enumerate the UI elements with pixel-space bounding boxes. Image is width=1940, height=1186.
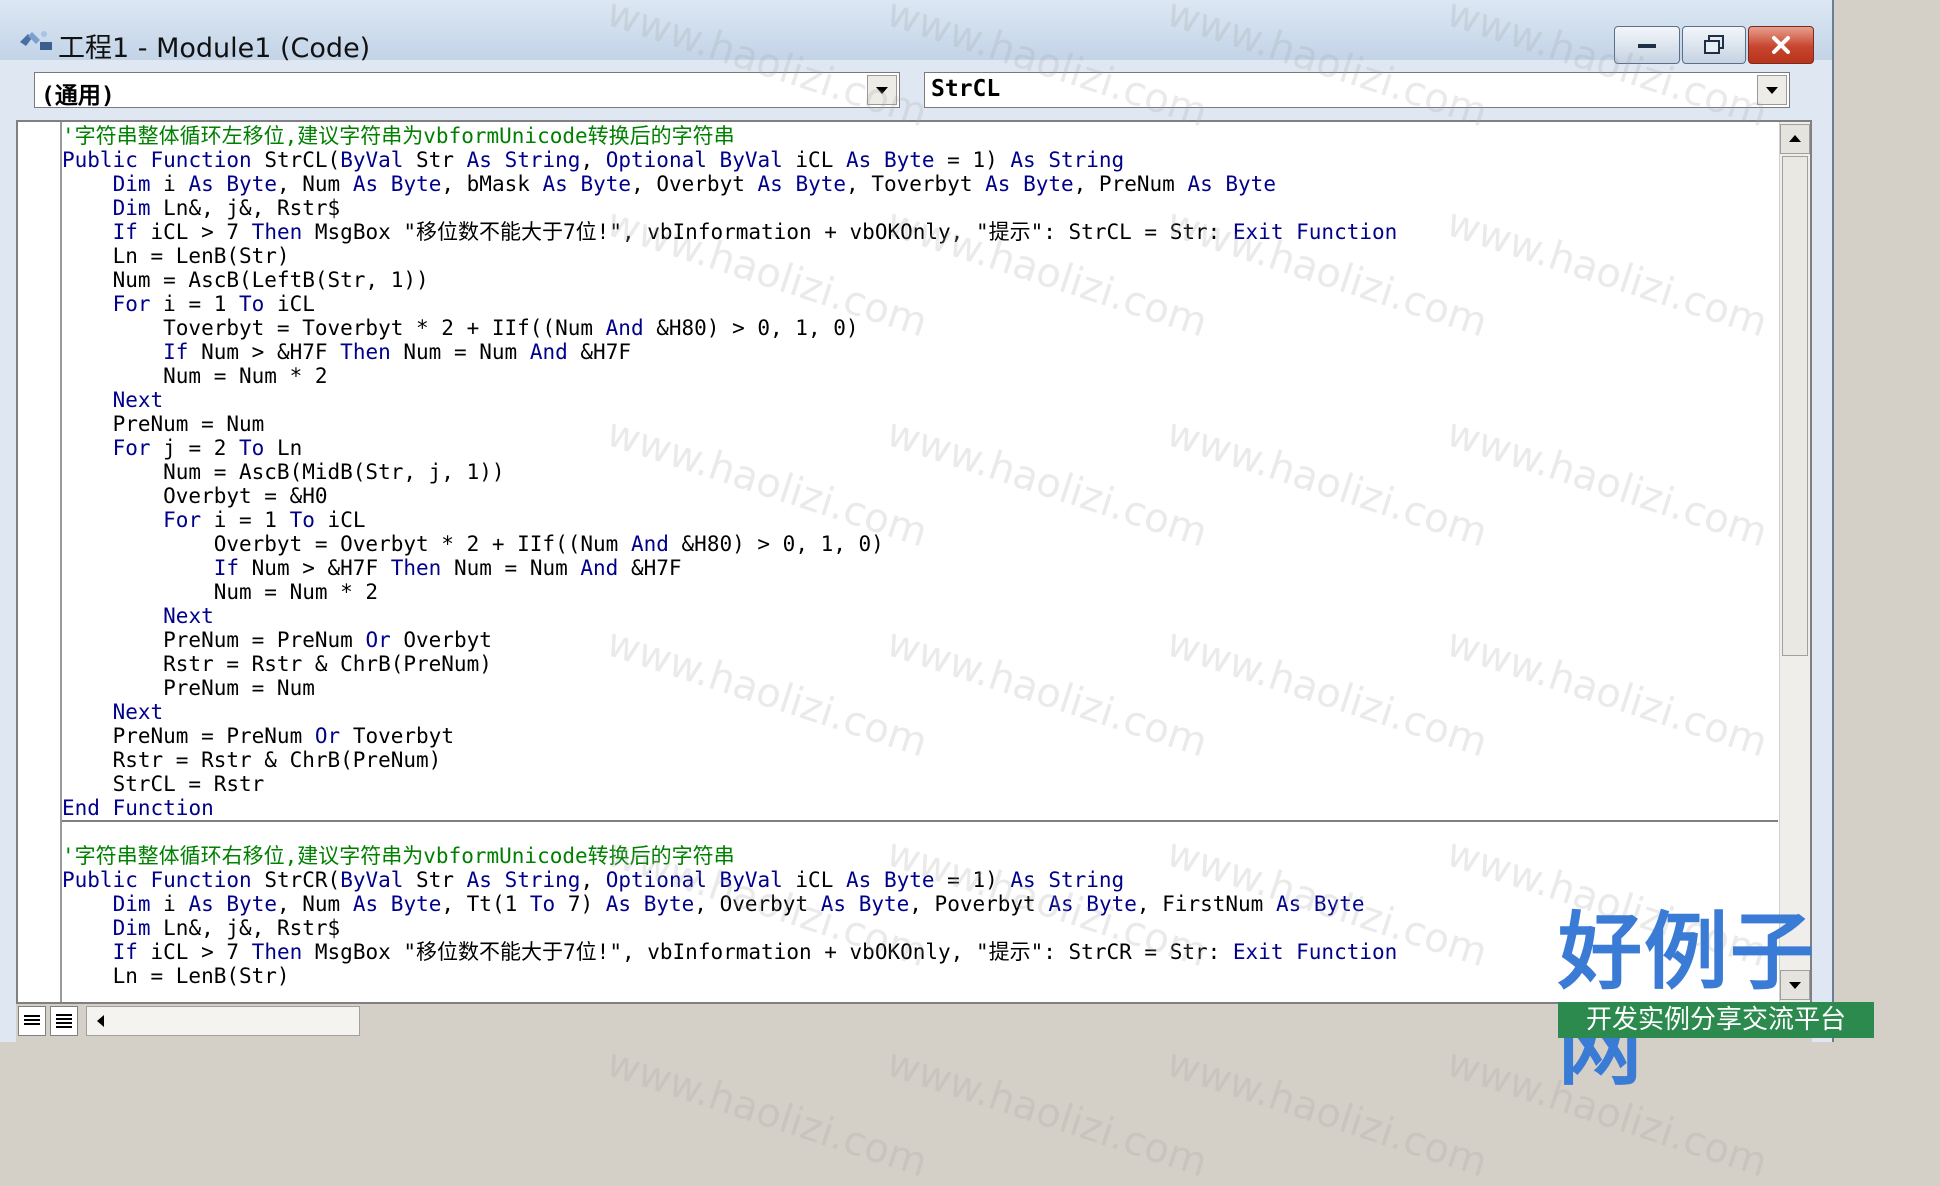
code-line: If Num > &H7F Then Num = Num And &H7F: [163, 340, 631, 364]
close-icon: [1772, 36, 1790, 54]
margin-indicator-bar[interactable]: [18, 122, 62, 1002]
code-line: For j = 2 To Ln: [112, 436, 303, 460]
arrow-up-icon: [1789, 135, 1801, 142]
status-bar: [16, 1004, 1812, 1042]
procedure-combo-value: StrCL: [931, 76, 1001, 102]
code-line: Num = Num * 2: [62, 580, 379, 604]
object-combo-value: (通用): [41, 83, 115, 109]
full-module-view-icon: [56, 1014, 72, 1028]
object-combo[interactable]: (通用): [34, 72, 900, 109]
watermark-text: www.haolizi.com: [1161, 1039, 1493, 1186]
code-line: Dim Ln&, j&, Rstr$: [112, 196, 341, 220]
procedure-block-strcl: '字符串整体循环左移位,建议字符串为vbformUnicode转换后的字符串 Pu…: [62, 124, 1397, 820]
code-line: Next: [112, 388, 164, 412]
watermark-text: www.haolizi.com: [601, 1039, 933, 1186]
code-line: Rstr = Rstr & ChrB(PreNum): [62, 748, 442, 772]
code-line: Overbyt = Overbyt * 2 + IIf((Num And &H8…: [62, 532, 884, 556]
scroll-left-button[interactable]: [87, 1007, 115, 1035]
code-line: PreNum = Num: [62, 676, 315, 700]
code-line: PreNum = PreNum Or Overbyt: [62, 628, 492, 652]
procedure-combo-dropdown-button[interactable]: [1757, 75, 1787, 105]
code-line: End Function: [62, 796, 214, 820]
arrow-left-icon: [97, 1015, 104, 1027]
restore-icon: [1704, 35, 1724, 54]
code-text-area[interactable]: '字符串整体循环左移位,建议字符串为vbformUnicode转换后的字符串 Pu…: [62, 122, 1778, 1002]
code-window: 工程1 - Module1 (Code) (通用) StrCL '字符串整体循环…: [0, 0, 1834, 1042]
full-module-view-button[interactable]: [50, 1006, 78, 1036]
restore-button[interactable]: [1682, 26, 1746, 64]
watermark-text: www.haolizi.com: [881, 1039, 1213, 1186]
procedure-block-strcr: '字符串整体循环右移位,建议字符串为vbformUnicode转换后的字符串 Pu…: [62, 844, 1397, 988]
code-line: For i = 1 To iCL: [163, 508, 366, 532]
code-line: Ln = LenB(Str): [62, 244, 290, 268]
vb-module-icon: [20, 31, 52, 50]
code-editor[interactable]: '字符串整体循环左移位,建议字符串为vbformUnicode转换后的字符串 Pu…: [16, 120, 1812, 1004]
vertical-scroll-thumb[interactable]: [1782, 156, 1808, 656]
code-line: StrCL = Rstr: [62, 772, 265, 796]
logo-subtitle: 开发实例分享交流平台: [1558, 1002, 1874, 1038]
scroll-up-button[interactable]: [1780, 124, 1810, 154]
procedure-view-button[interactable]: [18, 1006, 46, 1036]
procedure-separator: [62, 820, 1778, 822]
code-line: If Num > &H7F Then Num = Num And &H7F: [213, 556, 682, 580]
code-line: Dim i As Byte, Num As Byte, bMask As Byt…: [112, 172, 1276, 196]
code-line: Overbyt = &H0: [62, 484, 328, 508]
code-line: '字符串整体循环左移位,建议字符串为vbformUnicode转换后的字符串: [62, 124, 735, 148]
code-line: Dim Ln&, j&, Rstr$: [112, 916, 341, 940]
code-line: Dim i As Byte, Num As Byte, Tt(1 To 7) A…: [112, 892, 1365, 916]
procedure-view-icon: [24, 1015, 40, 1025]
code-line: Public Function StrCR(ByVal Str As Strin…: [62, 868, 1125, 892]
vertical-scrollbar[interactable]: [1779, 122, 1810, 1002]
code-line: Ln = LenB(Str): [62, 964, 290, 988]
code-line: If iCL > 7 Then MsgBox "移位数不能大于7位!", vbI…: [112, 940, 1398, 964]
site-logo: 好例子网 开发实例分享交流平台: [1558, 904, 1878, 1096]
code-line: Rstr = Rstr & ChrB(PreNum): [62, 652, 492, 676]
minimize-button[interactable]: [1614, 26, 1680, 64]
chevron-down-icon: [1766, 87, 1778, 94]
title-bar[interactable]: 工程1 - Module1 (Code): [0, 0, 1832, 64]
close-button[interactable]: [1748, 26, 1814, 64]
code-line: Next: [112, 700, 164, 724]
code-line: Toverbyt = Toverbyt * 2 + IIf((Num And &…: [62, 316, 859, 340]
code-line: Num = AscB(LeftB(Str, 1)): [62, 268, 429, 292]
code-line: PreNum = PreNum Or Toverbyt: [62, 724, 454, 748]
code-line: Next: [163, 604, 214, 628]
code-line: Num = Num * 2: [62, 364, 328, 388]
code-line: Num = AscB(MidB(Str, j, 1)): [62, 460, 505, 484]
horizontal-scrollbar[interactable]: [86, 1006, 360, 1036]
object-combo-dropdown-button[interactable]: [867, 75, 897, 105]
code-line: PreNum = Num: [62, 412, 265, 436]
code-line: Public Function StrCL(ByVal Str As Strin…: [62, 148, 1125, 172]
logo-title: 好例子网: [1558, 903, 1817, 1097]
code-line: For i = 1 To iCL: [112, 292, 315, 316]
code-line: If iCL > 7 Then MsgBox "移位数不能大于7位!", vbI…: [112, 220, 1398, 244]
minimize-icon: [1638, 44, 1656, 48]
code-line: '字符串整体循环右移位,建议字符串为vbformUnicode转换后的字符串: [62, 844, 735, 868]
procedure-combo[interactable]: StrCL: [924, 72, 1790, 108]
window-title: 工程1 - Module1 (Code): [58, 33, 371, 64]
chevron-down-icon: [876, 87, 888, 94]
